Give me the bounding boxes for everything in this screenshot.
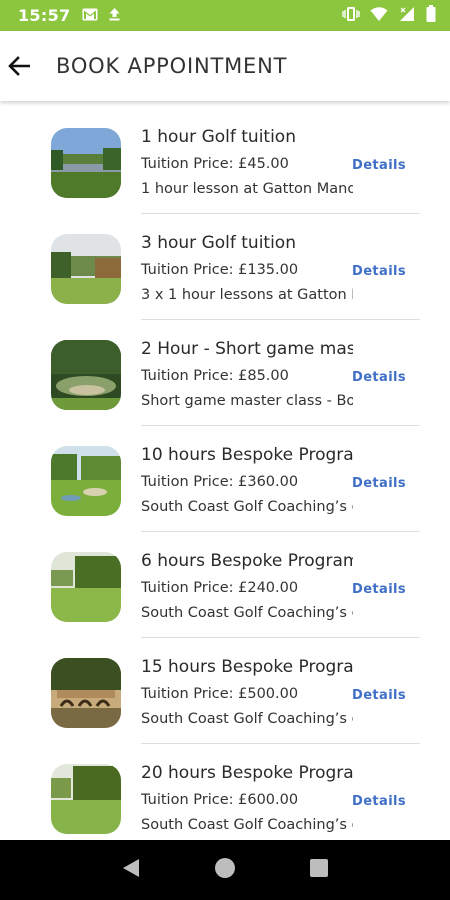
appointment-description: Short game master class - Bo: [141, 393, 353, 409]
appointment-price: Tuition Price: £240.00: [141, 580, 299, 596]
course-thumbnail: [51, 552, 121, 622]
system-nav-bar: [0, 840, 450, 900]
list-item[interactable]: 10 hours Bespoke Prograr Tuition Price: …: [0, 426, 450, 532]
appointment-price: Tuition Price: £500.00: [141, 686, 299, 702]
gmail-icon: [82, 6, 98, 25]
appointment-description: 3 x 1 hour lessons at Gatton M: [141, 287, 353, 303]
appointment-name: 3 hour Golf tuition: [141, 233, 296, 253]
appointment-price: Tuition Price: £135.00: [141, 262, 299, 278]
upload-icon: [108, 6, 121, 25]
list-item[interactable]: 6 hours Bespoke Program Tuition Price: £…: [0, 532, 450, 638]
nav-home-icon[interactable]: [213, 856, 237, 884]
wifi-icon: [370, 6, 388, 26]
back-arrow-icon[interactable]: [4, 51, 34, 81]
course-thumbnail: [51, 658, 121, 728]
appointment-name: 6 hours Bespoke Program: [141, 551, 353, 571]
appointment-name: 1 hour Golf tuition: [141, 127, 296, 147]
course-thumbnail: [51, 764, 121, 834]
appointment-name: 2 Hour - Short game mast: [141, 339, 353, 359]
details-link[interactable]: Details: [352, 582, 406, 597]
appointment-name: 10 hours Bespoke Prograr: [141, 445, 353, 465]
appointment-list: 1 hour Golf tuition Tuition Price: £45.0…: [0, 108, 450, 850]
details-link[interactable]: Details: [352, 794, 406, 809]
appointment-name: 20 hours Bespoke Prograr: [141, 763, 353, 783]
appointment-description: South Coast Golf Coaching’s c: [141, 605, 353, 621]
details-link[interactable]: Details: [352, 370, 406, 385]
list-item[interactable]: 20 hours Bespoke Prograr Tuition Price: …: [0, 744, 450, 850]
list-item[interactable]: 2 Hour - Short game mast Tuition Price: …: [0, 320, 450, 426]
list-item[interactable]: 1 hour Golf tuition Tuition Price: £45.0…: [0, 108, 450, 214]
appointment-price: Tuition Price: £360.00: [141, 474, 299, 490]
list-item[interactable]: 15 hours Bespoke Prograr Tuition Price: …: [0, 638, 450, 744]
course-thumbnail: [51, 128, 121, 198]
nav-back-icon[interactable]: [121, 857, 141, 883]
nav-recents-icon[interactable]: [309, 858, 329, 882]
appointment-price: Tuition Price: £45.00: [141, 156, 289, 172]
appointment-name: 15 hours Bespoke Prograr: [141, 657, 353, 677]
appointment-price: Tuition Price: £85.00: [141, 368, 289, 384]
vibrate-icon: [342, 6, 360, 26]
details-link[interactable]: Details: [352, 476, 406, 491]
list-item[interactable]: 3 hour Golf tuition Tuition Price: £135.…: [0, 214, 450, 320]
appointment-description: South Coast Golf Coaching’s c: [141, 711, 353, 727]
battery-icon: [426, 5, 436, 26]
status-bar: 15:57: [0, 0, 450, 31]
appointment-description: South Coast Golf Coaching’s c: [141, 499, 353, 515]
details-link[interactable]: Details: [352, 158, 406, 173]
course-thumbnail: [51, 446, 121, 516]
course-thumbnail: [51, 234, 121, 304]
appointment-price: Tuition Price: £600.00: [141, 792, 299, 808]
details-link[interactable]: Details: [352, 688, 406, 703]
appointment-description: 1 hour lesson at Gatton Mano: [141, 181, 353, 197]
page-title: BOOK APPOINTMENT: [56, 54, 288, 78]
status-time: 15:57: [18, 6, 71, 25]
course-thumbnail: [51, 340, 121, 410]
app-bar: BOOK APPOINTMENT: [0, 31, 450, 101]
appointment-description: South Coast Golf Coaching’s c: [141, 817, 353, 833]
details-link[interactable]: Details: [352, 264, 406, 279]
signal-icon: [398, 6, 416, 26]
